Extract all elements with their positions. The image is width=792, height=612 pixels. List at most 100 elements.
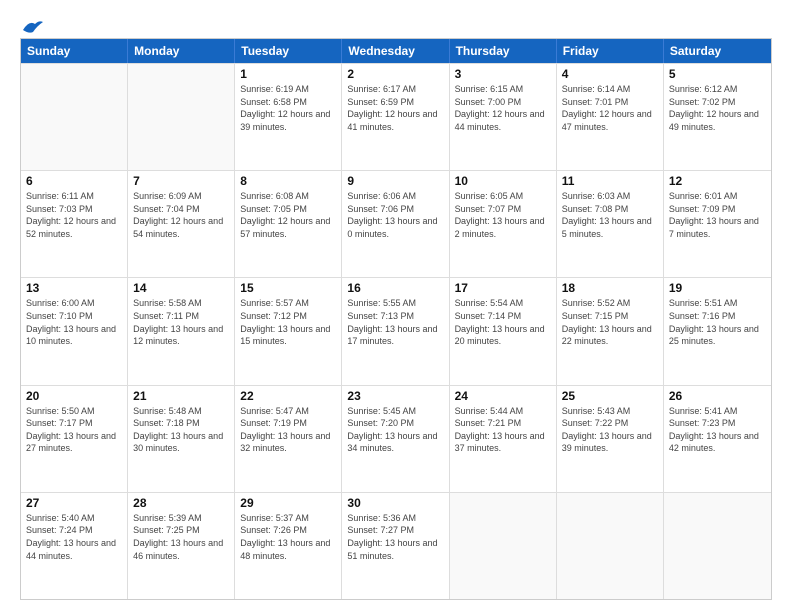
cal-week-3: 20Sunrise: 5:50 AM Sunset: 7:17 PM Dayli… bbox=[21, 385, 771, 492]
cal-cell bbox=[557, 493, 664, 599]
day-info: Sunrise: 5:39 AM Sunset: 7:25 PM Dayligh… bbox=[133, 512, 229, 562]
cal-header-thursday: Thursday bbox=[450, 39, 557, 63]
cal-cell: 7 Sunrise: 6:09 AM Sunset: 7:04 PM Daylig… bbox=[128, 171, 235, 277]
day-info: Sunrise: 5:57 AM Sunset: 7:12 PM Dayligh… bbox=[240, 297, 336, 347]
cal-cell: 9Sunrise: 6:06 AM Sunset: 7:06 PM Daylig… bbox=[342, 171, 449, 277]
cal-cell: 30 Sunrise: 5:36 AM Sunset: 7:27 PM Dayli… bbox=[342, 493, 449, 599]
cal-cell: 15 Sunrise: 5:57 AM Sunset: 7:12 PM Dayli… bbox=[235, 278, 342, 384]
day-number: 20 bbox=[26, 389, 122, 403]
day-number: 17 bbox=[455, 281, 551, 295]
cal-cell bbox=[450, 493, 557, 599]
cal-cell: 18 Sunrise: 5:52 AM Sunset: 7:15 PM Dayli… bbox=[557, 278, 664, 384]
logo bbox=[20, 18, 43, 30]
day-info: Sunrise: 6:17 AM Sunset: 6:59 PM Dayligh… bbox=[347, 83, 443, 133]
cal-cell bbox=[664, 493, 771, 599]
cal-cell: 2 Sunrise: 6:17 AM Sunset: 6:59 PM Daylig… bbox=[342, 64, 449, 170]
day-number: 1 bbox=[240, 67, 336, 81]
day-number: 29 bbox=[240, 496, 336, 510]
cal-header-saturday: Saturday bbox=[664, 39, 771, 63]
cal-cell: 19Sunrise: 5:51 AM Sunset: 7:16 PM Dayli… bbox=[664, 278, 771, 384]
day-info: Sunrise: 5:41 AM Sunset: 7:23 PM Dayligh… bbox=[669, 405, 766, 455]
cal-cell: 6Sunrise: 6:11 AM Sunset: 7:03 PM Daylig… bbox=[21, 171, 128, 277]
day-info: Sunrise: 6:11 AM Sunset: 7:03 PM Dayligh… bbox=[26, 190, 122, 240]
day-info: Sunrise: 6:05 AM Sunset: 7:07 PM Dayligh… bbox=[455, 190, 551, 240]
cal-header-monday: Monday bbox=[128, 39, 235, 63]
cal-cell: 13 Sunrise: 6:00 AM Sunset: 7:10 PM Dayli… bbox=[21, 278, 128, 384]
cal-cell: 21 Sunrise: 5:48 AM Sunset: 7:18 PM Dayli… bbox=[128, 386, 235, 492]
day-number: 15 bbox=[240, 281, 336, 295]
day-number: 7 bbox=[133, 174, 229, 188]
day-number: 10 bbox=[455, 174, 551, 188]
cal-cell: 12 Sunrise: 6:01 AM Sunset: 7:09 PM Dayli… bbox=[664, 171, 771, 277]
day-number: 28 bbox=[133, 496, 229, 510]
day-number: 8 bbox=[240, 174, 336, 188]
day-number: 16 bbox=[347, 281, 443, 295]
day-number: 21 bbox=[133, 389, 229, 403]
day-info: Sunrise: 5:43 AM Sunset: 7:22 PM Dayligh… bbox=[562, 405, 658, 455]
cal-cell bbox=[128, 64, 235, 170]
cal-cell: 23Sunrise: 5:45 AM Sunset: 7:20 PM Dayli… bbox=[342, 386, 449, 492]
day-number: 12 bbox=[669, 174, 766, 188]
cal-cell: 24 Sunrise: 5:44 AM Sunset: 7:21 PM Dayli… bbox=[450, 386, 557, 492]
day-info: Sunrise: 5:36 AM Sunset: 7:27 PM Dayligh… bbox=[347, 512, 443, 562]
cal-header-tuesday: Tuesday bbox=[235, 39, 342, 63]
cal-week-4: 27 Sunrise: 5:40 AM Sunset: 7:24 PM Dayli… bbox=[21, 492, 771, 599]
logo-text bbox=[20, 18, 43, 34]
day-number: 18 bbox=[562, 281, 658, 295]
day-info: Sunrise: 5:54 AM Sunset: 7:14 PM Dayligh… bbox=[455, 297, 551, 347]
day-info: Sunrise: 5:55 AM Sunset: 7:13 PM Dayligh… bbox=[347, 297, 443, 347]
day-number: 3 bbox=[455, 67, 551, 81]
cal-cell: 5Sunrise: 6:12 AM Sunset: 7:02 PM Daylig… bbox=[664, 64, 771, 170]
day-number: 30 bbox=[347, 496, 443, 510]
cal-header-sunday: Sunday bbox=[21, 39, 128, 63]
day-info: Sunrise: 5:51 AM Sunset: 7:16 PM Dayligh… bbox=[669, 297, 766, 347]
calendar-header-row: SundayMondayTuesdayWednesdayThursdayFrid… bbox=[21, 39, 771, 63]
cal-cell: 27 Sunrise: 5:40 AM Sunset: 7:24 PM Dayli… bbox=[21, 493, 128, 599]
page: SundayMondayTuesdayWednesdayThursdayFrid… bbox=[0, 0, 792, 612]
cal-cell: 1 Sunrise: 6:19 AM Sunset: 6:58 PM Daylig… bbox=[235, 64, 342, 170]
cal-cell: 8 Sunrise: 6:08 AM Sunset: 7:05 PM Daylig… bbox=[235, 171, 342, 277]
day-info: Sunrise: 5:47 AM Sunset: 7:19 PM Dayligh… bbox=[240, 405, 336, 455]
day-info: Sunrise: 5:40 AM Sunset: 7:24 PM Dayligh… bbox=[26, 512, 122, 562]
cal-cell bbox=[21, 64, 128, 170]
cal-header-wednesday: Wednesday bbox=[342, 39, 449, 63]
cal-week-2: 13 Sunrise: 6:00 AM Sunset: 7:10 PM Dayli… bbox=[21, 277, 771, 384]
cal-week-1: 6Sunrise: 6:11 AM Sunset: 7:03 PM Daylig… bbox=[21, 170, 771, 277]
cal-cell: 3 Sunrise: 6:15 AM Sunset: 7:00 PM Daylig… bbox=[450, 64, 557, 170]
day-number: 4 bbox=[562, 67, 658, 81]
day-info: Sunrise: 5:44 AM Sunset: 7:21 PM Dayligh… bbox=[455, 405, 551, 455]
day-info: Sunrise: 6:00 AM Sunset: 7:10 PM Dayligh… bbox=[26, 297, 122, 347]
day-info: Sunrise: 5:52 AM Sunset: 7:15 PM Dayligh… bbox=[562, 297, 658, 347]
day-info: Sunrise: 6:19 AM Sunset: 6:58 PM Dayligh… bbox=[240, 83, 336, 133]
cal-week-0: 1 Sunrise: 6:19 AM Sunset: 6:58 PM Daylig… bbox=[21, 63, 771, 170]
day-number: 5 bbox=[669, 67, 766, 81]
day-info: Sunrise: 6:14 AM Sunset: 7:01 PM Dayligh… bbox=[562, 83, 658, 133]
calendar: SundayMondayTuesdayWednesdayThursdayFrid… bbox=[20, 38, 772, 600]
day-number: 13 bbox=[26, 281, 122, 295]
day-number: 22 bbox=[240, 389, 336, 403]
day-info: Sunrise: 6:15 AM Sunset: 7:00 PM Dayligh… bbox=[455, 83, 551, 133]
logo-bird-icon bbox=[21, 18, 43, 34]
day-number: 25 bbox=[562, 389, 658, 403]
day-number: 26 bbox=[669, 389, 766, 403]
day-info: Sunrise: 5:48 AM Sunset: 7:18 PM Dayligh… bbox=[133, 405, 229, 455]
cal-header-friday: Friday bbox=[557, 39, 664, 63]
day-info: Sunrise: 5:58 AM Sunset: 7:11 PM Dayligh… bbox=[133, 297, 229, 347]
cal-cell: 14 Sunrise: 5:58 AM Sunset: 7:11 PM Dayli… bbox=[128, 278, 235, 384]
day-info: Sunrise: 6:08 AM Sunset: 7:05 PM Dayligh… bbox=[240, 190, 336, 240]
day-info: Sunrise: 6:09 AM Sunset: 7:04 PM Dayligh… bbox=[133, 190, 229, 240]
day-number: 24 bbox=[455, 389, 551, 403]
cal-cell: 25 Sunrise: 5:43 AM Sunset: 7:22 PM Dayli… bbox=[557, 386, 664, 492]
day-info: Sunrise: 6:03 AM Sunset: 7:08 PM Dayligh… bbox=[562, 190, 658, 240]
day-number: 9 bbox=[347, 174, 443, 188]
cal-cell: 28 Sunrise: 5:39 AM Sunset: 7:25 PM Dayli… bbox=[128, 493, 235, 599]
cal-cell: 29Sunrise: 5:37 AM Sunset: 7:26 PM Dayli… bbox=[235, 493, 342, 599]
day-number: 27 bbox=[26, 496, 122, 510]
cal-cell: 20Sunrise: 5:50 AM Sunset: 7:17 PM Dayli… bbox=[21, 386, 128, 492]
day-number: 14 bbox=[133, 281, 229, 295]
day-info: Sunrise: 6:01 AM Sunset: 7:09 PM Dayligh… bbox=[669, 190, 766, 240]
cal-cell: 16 Sunrise: 5:55 AM Sunset: 7:13 PM Dayli… bbox=[342, 278, 449, 384]
day-number: 11 bbox=[562, 174, 658, 188]
cal-cell: 10 Sunrise: 6:05 AM Sunset: 7:07 PM Dayli… bbox=[450, 171, 557, 277]
day-number: 2 bbox=[347, 67, 443, 81]
